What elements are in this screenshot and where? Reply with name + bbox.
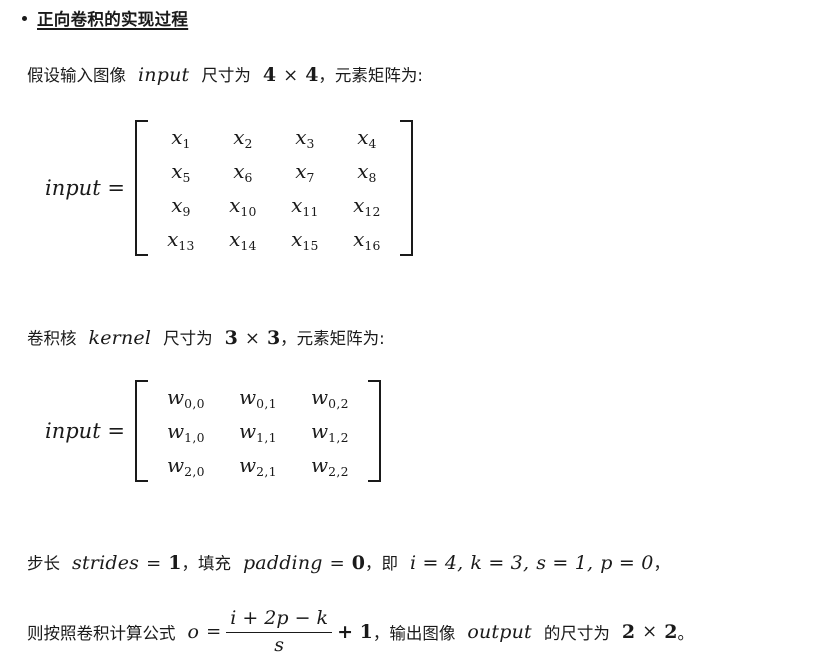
fraction-plus-one: + 1 (337, 620, 373, 643)
matrix-input-table: x1 x2 x3 x4 x5 x6 x7 x8 x9 x10 x11 x12 x… (150, 120, 398, 256)
kernel-size-suffix: 元素矩阵为: (296, 329, 385, 348)
convolution-fraction: i + 2p − k s (226, 607, 333, 657)
matrix-cell: w0,0 (167, 385, 205, 411)
matrix-input-label: input = (45, 176, 125, 200)
matrix-row: w1,0 w1,1 w1,2 (150, 414, 366, 448)
matrix-row: w0,0 w0,1 w0,2 (150, 380, 366, 414)
equals-sign: = (146, 553, 162, 574)
paragraph-parameters: 步长 strides = 1 ， 填充 padding = 0 ， 即 i = … (27, 550, 670, 574)
matrix-cell: x11 (291, 193, 319, 219)
matrix-cell: x14 (229, 227, 257, 253)
kernel-dim-a: 3 (224, 327, 238, 349)
left-bracket-icon (134, 380, 148, 482)
matrix-row: w2,0 w2,1 w2,2 (150, 448, 366, 482)
paragraph-kernel-size: 卷积核 kernel 尺寸为 3 × 3 ， 元素矩阵为: (27, 325, 385, 349)
right-bracket-icon (399, 120, 413, 256)
matrix-cell: w1,0 (167, 419, 205, 445)
output-variable: output (467, 620, 532, 643)
section-heading-text: 正向卷积的实现过程 (37, 10, 189, 29)
formula-prefix: 则按照卷积计算公式 (27, 623, 176, 643)
matrix-cell: w1,2 (311, 419, 349, 445)
kernel-variable: kernel (88, 327, 152, 349)
matrix-cell: x4 (357, 125, 377, 151)
fraction-bar (226, 631, 333, 634)
formula-comma: ， (372, 623, 390, 643)
namely-label: 即 (381, 554, 398, 573)
matrix-row: x5 x6 x7 x8 (150, 154, 398, 188)
params-comma-2: ， (364, 554, 382, 573)
input-variable: input (138, 64, 190, 86)
formula-suffix: 的尺寸为 (543, 623, 610, 643)
paragraph-input-size: 假设输入图像 input 尺寸为 4 × 4 ， 元素矩阵为: (27, 62, 423, 86)
matrix-kernel-brackets: w0,0 w0,1 w0,2 w1,0 w1,1 w1,2 w2,0 w2,1 … (134, 380, 381, 482)
kernel-size-prefix: 卷积核 (27, 329, 77, 348)
matrix-kernel: input = w0,0 w0,1 w0,2 w1,0 w1,1 w1,2 w2… (45, 380, 381, 482)
fraction-numerator: i + 2p − k (230, 607, 329, 629)
matrix-cell: x16 (353, 227, 381, 253)
matrix-cell: w2,0 (167, 453, 205, 479)
fraction-denominator: s (274, 634, 285, 657)
kernel-dim-b: 3 (266, 327, 281, 349)
matrix-input: input = x1 x2 x3 x4 x5 x6 x7 x8 x9 x10 x… (45, 120, 413, 256)
matrix-row: x1 x2 x3 x4 (150, 120, 398, 154)
params-comma-3: ， (653, 554, 671, 573)
matrix-cell: w2,1 (239, 453, 277, 479)
times-icon: × (244, 328, 260, 349)
k-expression: k = 3, (470, 552, 530, 574)
formula-mid: 输出图像 (389, 623, 456, 643)
matrix-kernel-label: input = (45, 419, 125, 443)
matrix-cell: x5 (171, 159, 191, 185)
input-dim-a: 4 (262, 64, 277, 86)
matrix-row: x9 x10 x11 x12 (150, 188, 398, 222)
matrix-cell: x13 (167, 227, 195, 253)
matrix-cell: x3 (295, 125, 315, 151)
strides-label: 步长 (27, 554, 60, 573)
params-comma-1: ， (181, 554, 198, 573)
input-size-comma: ， (318, 66, 335, 85)
times-icon: × (283, 65, 299, 86)
formula-period: 。 (677, 623, 694, 643)
input-size-suffix: 元素矩阵为: (334, 66, 423, 85)
output-symbol: o (187, 620, 200, 643)
matrix-cell: x9 (171, 193, 191, 219)
input-dim-b: 4 (305, 64, 319, 86)
bullet-icon (22, 16, 27, 21)
matrix-row: x13 x14 x15 x16 (150, 222, 398, 256)
output-dim-a: 2 (621, 620, 636, 643)
right-bracket-icon (367, 380, 381, 482)
equals-sign: = (206, 621, 222, 643)
kernel-size-comma: ， (280, 329, 297, 348)
matrix-cell: w1,1 (239, 419, 277, 445)
matrix-input-brackets: x1 x2 x3 x4 x5 x6 x7 x8 x9 x10 x11 x12 x… (134, 120, 413, 256)
matrix-cell: w2,2 (311, 453, 349, 479)
matrix-cell: x2 (233, 125, 253, 151)
matrix-cell: x8 (357, 159, 377, 185)
padding-label: 填充 (197, 554, 231, 573)
matrix-cell: x12 (353, 193, 381, 219)
left-bracket-icon (134, 120, 148, 256)
matrix-kernel-table: w0,0 w0,1 w0,2 w1,0 w1,1 w1,2 w2,0 w2,1 … (150, 380, 366, 482)
p-expression: p = 0 (600, 552, 654, 574)
output-dim-b: 2 (664, 620, 678, 643)
strides-value: 1 (168, 552, 182, 574)
input-size-mid: 尺寸为 (201, 66, 251, 85)
matrix-cell: w0,1 (239, 385, 277, 411)
paragraph-formula: 则按照卷积计算公式 o = i + 2p − k s + 1 ， 输出图像 ou… (27, 607, 694, 656)
matrix-cell: w0,2 (311, 385, 349, 411)
kernel-size-mid: 尺寸为 (163, 329, 213, 348)
strides-variable: strides (72, 552, 140, 574)
input-size-prefix: 假设输入图像 (27, 66, 126, 85)
matrix-cell: x1 (171, 125, 191, 151)
matrix-cell: x15 (291, 227, 319, 253)
times-icon: × (642, 621, 658, 643)
matrix-cell: x10 (229, 193, 257, 219)
padding-value: 0 (351, 552, 365, 574)
padding-variable: padding (242, 552, 323, 574)
i-expression: i = 4, (409, 552, 464, 574)
section-heading: 正向卷积的实现过程 (22, 6, 188, 30)
equals-sign: = (329, 553, 345, 574)
s-expression: s = 1, (536, 552, 594, 574)
matrix-cell: x6 (233, 159, 253, 185)
matrix-cell: x7 (295, 159, 315, 185)
